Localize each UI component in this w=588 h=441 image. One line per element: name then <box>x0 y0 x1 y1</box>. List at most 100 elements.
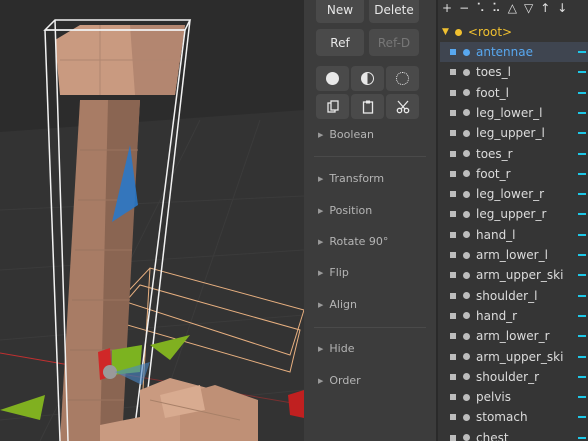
visibility-toggle-icon[interactable] <box>450 252 456 258</box>
visibility-toggle-icon[interactable] <box>450 373 456 380</box>
outliner-panel: + − ⠡ ⠥ △ ▽ ↑ ↓ ▼ <root> antennae toes_l foot_l le… <box>436 0 588 441</box>
minus-icon[interactable]: − <box>459 1 469 15</box>
visibility-toggle-icon[interactable] <box>450 89 456 96</box>
chevron-right-icon: ▶ <box>318 376 324 385</box>
tree-item[interactable]: leg_upper_l <box>440 123 588 143</box>
delete-button[interactable]: Delete <box>369 0 419 23</box>
tree-item[interactable]: arm_upper_ski <box>440 265 588 285</box>
chevron-right-icon: ▶ <box>318 174 324 183</box>
tree-item[interactable]: chest <box>440 428 588 441</box>
visibility-toggle-icon[interactable] <box>450 170 456 177</box>
tree-item[interactable]: foot_r <box>440 164 588 184</box>
expand-triangle-icon: ▼ <box>442 27 449 37</box>
tree-item-label: toes_l <box>476 65 512 80</box>
half-sphere-button[interactable] <box>351 66 384 91</box>
tree-item-label: leg_lower_r <box>476 187 545 202</box>
tree-item[interactable]: toes_r <box>440 144 588 164</box>
node-dot-icon <box>463 129 470 137</box>
tree-item[interactable]: hand_l <box>440 225 588 245</box>
visibility-toggle-icon[interactable] <box>450 333 456 340</box>
connect-icon[interactable]: ⠡ <box>476 1 485 15</box>
tree-item[interactable]: arm_upper_ski <box>440 347 588 367</box>
node-dot-icon <box>463 393 470 401</box>
section-hide[interactable]: ▶ Hide <box>318 342 354 355</box>
visibility-marker <box>578 51 586 53</box>
visibility-toggle-icon[interactable] <box>450 191 456 198</box>
section-boolean[interactable]: ▶ Boolean <box>318 128 374 141</box>
visibility-toggle-icon[interactable] <box>450 394 456 401</box>
viewport-3d[interactable] <box>0 0 304 441</box>
visibility-toggle-icon[interactable] <box>450 292 456 299</box>
tree-item[interactable]: leg_upper_r <box>440 204 588 224</box>
link-icon[interactable]: ⠥ <box>492 1 501 15</box>
ref-button[interactable]: Ref <box>316 29 364 56</box>
visibility-marker <box>578 91 586 94</box>
triangle-down-icon[interactable]: ▽ <box>524 1 533 15</box>
section-transform[interactable]: ▶ Transform <box>318 172 384 185</box>
dotted-circle-icon <box>396 72 409 85</box>
section-order[interactable]: ▶ Order <box>318 374 361 387</box>
visibility-toggle-icon[interactable] <box>450 231 456 238</box>
visibility-marker <box>578 355 586 358</box>
chevron-right-icon: ▶ <box>318 206 324 215</box>
tree-item[interactable]: foot_l <box>440 83 588 103</box>
arrow-down-icon[interactable]: ↓ <box>557 1 567 15</box>
tree-item-label: arm_upper_ski <box>476 349 564 364</box>
visibility-toggle-icon[interactable] <box>450 109 456 116</box>
tree-item[interactable]: toes_l <box>440 62 588 82</box>
section-align[interactable]: ▶ Align <box>318 298 357 311</box>
section-label: Position <box>329 204 373 217</box>
node-dot-icon <box>463 89 470 97</box>
new-button[interactable]: New <box>316 0 364 23</box>
triangle-up-icon[interactable]: △ <box>508 1 517 15</box>
section-label: Rotate 90° <box>329 235 389 248</box>
visibility-toggle-icon[interactable] <box>450 150 456 157</box>
section-position[interactable]: ▶ Position <box>318 204 372 217</box>
node-dot-icon <box>463 190 470 198</box>
solid-sphere-button[interactable] <box>316 66 349 91</box>
tree-item[interactable]: pelvis <box>440 387 588 407</box>
paste-button[interactable] <box>351 94 384 119</box>
visibility-toggle-icon[interactable] <box>450 312 456 319</box>
node-dot-icon <box>463 68 470 76</box>
visibility-toggle-icon[interactable] <box>450 272 456 279</box>
section-label: Flip <box>329 266 349 279</box>
tree-root[interactable]: ▼ <root> <box>440 22 588 42</box>
ref-d-button[interactable]: Ref-D <box>369 29 419 56</box>
tree-item[interactable]: antennae <box>440 42 588 62</box>
cut-button[interactable] <box>386 94 419 119</box>
visibility-toggle-icon[interactable] <box>450 434 456 441</box>
visibility-marker <box>578 152 586 155</box>
tree-item[interactable]: arm_lower_l <box>440 245 588 265</box>
visibility-toggle-icon[interactable] <box>450 130 456 137</box>
node-dot-icon <box>463 271 470 279</box>
visibility-marker <box>578 375 586 378</box>
tree-item[interactable]: shoulder_l <box>440 286 588 306</box>
visibility-toggle-icon[interactable] <box>450 49 456 55</box>
tree-item[interactable]: hand_r <box>440 306 588 326</box>
section-rotate[interactable]: ▶ Rotate 90° <box>318 235 388 248</box>
tree-item[interactable]: leg_lower_r <box>440 184 588 204</box>
visibility-toggle-icon[interactable] <box>450 69 456 76</box>
tree-item-label: hand_r <box>476 308 518 323</box>
half-sphere-icon <box>361 72 374 85</box>
divider <box>314 156 426 157</box>
dotted-circle-button[interactable] <box>386 66 419 91</box>
chevron-right-icon: ▶ <box>318 237 324 246</box>
tree-item[interactable]: shoulder_r <box>440 367 588 387</box>
tree-item[interactable]: arm_lower_r <box>440 326 588 346</box>
tree-item-label: shoulder_l <box>476 288 538 303</box>
visibility-toggle-icon[interactable] <box>450 211 456 218</box>
visibility-toggle-icon[interactable] <box>450 414 456 421</box>
node-dot-icon <box>463 292 470 300</box>
arrow-up-icon[interactable]: ↑ <box>540 1 550 15</box>
tree-item[interactable]: stomach <box>440 407 588 427</box>
plus-icon[interactable]: + <box>442 1 452 15</box>
section-flip[interactable]: ▶ Flip <box>318 266 349 279</box>
copy-button[interactable] <box>316 94 349 119</box>
visibility-toggle-icon[interactable] <box>450 353 456 360</box>
tree-item[interactable]: leg_lower_l <box>440 103 588 123</box>
solid-sphere-icon <box>326 72 339 85</box>
outliner-toolbar: + − ⠡ ⠥ △ ▽ ↑ ↓ <box>442 0 588 16</box>
section-label: Align <box>329 298 357 311</box>
